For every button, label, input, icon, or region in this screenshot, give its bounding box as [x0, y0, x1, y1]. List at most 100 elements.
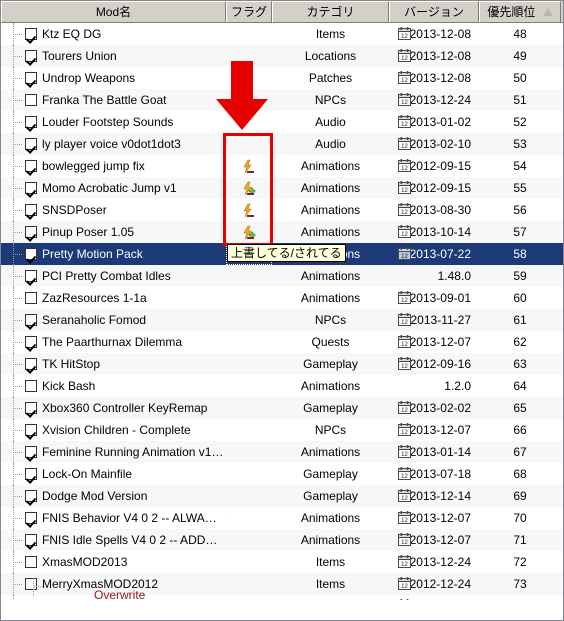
mod-table-body[interactable]: Ktz EQ DG Items 12 2013-12-08 48 Tourers Unio… [1, 23, 563, 600]
lightning-bolt-icon[interactable] [241, 225, 257, 241]
checkbox-checked-icon[interactable] [25, 50, 37, 62]
checkbox-checked-icon[interactable] [25, 28, 37, 40]
cell-mod-name[interactable]: Xvision Children - Complete [1, 419, 226, 441]
cell-mod-name[interactable]: Franka The Battle Goat [1, 89, 226, 111]
cell-mod-name[interactable]: Tourers Union [1, 45, 226, 67]
cell-mod-name[interactable]: ly player voice v0dot1dot3 [1, 133, 226, 155]
cell-mod-name[interactable]: TK HitStop [1, 353, 226, 375]
cell-flag[interactable] [226, 397, 272, 419]
cell-flag[interactable] [226, 287, 272, 309]
cell-mod-name[interactable]: Pretty Motion Pack [1, 243, 226, 265]
table-row[interactable]: The Paarthurnax Dilemma Quests 12 2013-12-0… [1, 331, 563, 353]
checkbox-checked-icon[interactable] [25, 204, 37, 216]
checkbox-unchecked-icon[interactable] [25, 94, 37, 106]
checkbox-checked-icon[interactable] [25, 402, 37, 414]
checkbox-checked-icon[interactable] [25, 534, 37, 546]
table-row[interactable]: Xvision Children - Complete NPCs 12 2013-12… [1, 419, 563, 441]
lightning-bolt-icon[interactable] [241, 181, 257, 197]
overwrite-label[interactable]: Overwrite [94, 588, 145, 602]
cell-flag[interactable] [226, 309, 272, 331]
table-row[interactable]: Xbox360 Controller KeyRemap Gameplay 12 201… [1, 397, 563, 419]
cell-flag[interactable] [226, 595, 272, 600]
table-row[interactable]: Lock-On Mainfile Gameplay 12 2013-07-18 68 [1, 463, 563, 485]
checkbox-unchecked-icon[interactable] [25, 292, 37, 304]
cell-mod-name[interactable]: Seranaholic Fomod [1, 309, 226, 331]
checkbox-checked-icon[interactable] [25, 226, 37, 238]
checkbox-checked-icon[interactable] [25, 160, 37, 172]
table-row[interactable]: Tourers Union Locations 12 2013-12-08 49 [1, 45, 563, 67]
table-row[interactable]: Feminine Running Animation v1… Animations… [1, 441, 563, 463]
cell-flag[interactable] [226, 507, 272, 529]
cell-mod-name[interactable]: bowlegged jump fix [1, 155, 226, 177]
table-row[interactable]: ly player voice v0dot1dot3 Audio 12 2013-02… [1, 133, 563, 155]
cell-mod-name[interactable]: Louder Footstep Sounds [1, 111, 226, 133]
cell-mod-name[interactable]: PCI Pretty Combat Idles [1, 265, 226, 287]
table-row[interactable]: Momo Acrobatic Jump v1 Animations 12 2012-0… [1, 177, 563, 199]
cell-flag[interactable] [226, 375, 272, 397]
table-row[interactable]: PCI Pretty Combat Idles Animations 1.48.0 5… [1, 265, 563, 287]
cell-flag[interactable] [226, 111, 272, 133]
cell-mod-name[interactable]: FNIS Idle Spells V4 0 2 -- ADD… [1, 529, 226, 551]
column-header-version[interactable]: バージョン [389, 1, 479, 23]
table-row[interactable]: FNIS Behavior V4 0 2 -- ALWA… Animations 1… [1, 507, 563, 529]
cell-flag[interactable] [226, 199, 272, 221]
table-row[interactable]: MerryXmasMOD2012 Items 12 2012-12-24 73 [1, 573, 563, 595]
cell-flag[interactable] [226, 485, 272, 507]
checkbox-checked-icon[interactable] [25, 446, 37, 458]
cell-mod-name[interactable]: Undrop Weapons [1, 67, 226, 89]
checkbox-checked-icon[interactable] [25, 116, 37, 128]
checkbox-checked-icon[interactable] [25, 358, 37, 370]
table-row[interactable]: JPSchool01122013-04-0874 [1, 595, 563, 600]
cell-mod-name[interactable]: Pinup Poser 1.05 [1, 221, 226, 243]
cell-mod-name[interactable]: The Paarthurnax Dilemma [1, 331, 226, 353]
cell-mod-name[interactable]: Ktz EQ DG [1, 23, 226, 45]
table-row[interactable]: FNIS Idle Spells V4 0 2 -- ADD… Animation… [1, 529, 563, 551]
cell-flag[interactable] [226, 133, 272, 155]
checkbox-unchecked-icon[interactable] [25, 578, 37, 590]
table-row[interactable]: Seranaholic Fomod NPCs 12 2013-11-27 61 [1, 309, 563, 331]
cell-flag[interactable] [226, 551, 272, 573]
checkbox-checked-icon[interactable] [25, 314, 37, 326]
table-row[interactable]: Undrop Weapons Patches 12 2013-12-08 50 [1, 67, 563, 89]
cell-flag[interactable] [226, 265, 272, 287]
cell-flag[interactable] [226, 331, 272, 353]
cell-mod-name[interactable]: Dodge Mod Version [1, 485, 226, 507]
cell-mod-name[interactable]: Kick Bash [1, 375, 226, 397]
checkbox-unchecked-icon[interactable] [25, 556, 37, 568]
checkbox-checked-icon[interactable] [25, 138, 37, 150]
cell-flag[interactable] [226, 419, 272, 441]
cell-mod-name[interactable]: ZazResources 1-1a [1, 287, 226, 309]
cell-flag[interactable] [226, 67, 272, 89]
cell-flag[interactable] [226, 529, 272, 551]
table-row[interactable]: XmasMOD2013 Items 12 2013-12-24 72 [1, 551, 563, 573]
table-row[interactable]: bowlegged jump fix Animations 12 2012-09-15… [1, 155, 563, 177]
checkbox-checked-icon[interactable] [25, 248, 37, 260]
table-row[interactable]: SNSDPoser Animations 12 2013-08-30 56 [1, 199, 563, 221]
column-header-flag[interactable]: フラグ [226, 1, 272, 23]
column-header-mod-name[interactable]: Mod名 [1, 1, 226, 23]
column-header-priority[interactable]: 優先順位 [479, 1, 561, 23]
checkbox-checked-icon[interactable] [25, 512, 37, 524]
checkbox-unchecked-icon[interactable] [25, 380, 37, 392]
cell-flag[interactable] [226, 463, 272, 485]
checkbox-checked-icon[interactable] [25, 468, 37, 480]
cell-mod-name[interactable]: SNSDPoser [1, 199, 226, 221]
cell-mod-name[interactable]: Lock-On Mainfile [1, 463, 226, 485]
table-row[interactable]: Kick Bash Animations 1.2.0 64 [1, 375, 563, 397]
cell-mod-name[interactable]: FNIS Behavior V4 0 2 -- ALWA… [1, 507, 226, 529]
cell-mod-name[interactable]: XmasMOD2013 [1, 551, 226, 573]
cell-mod-name[interactable]: Momo Acrobatic Jump v1 [1, 177, 226, 199]
checkbox-checked-icon[interactable] [25, 336, 37, 348]
checkbox-checked-icon[interactable] [25, 424, 37, 436]
cell-flag[interactable] [226, 89, 272, 111]
lightning-bolt-icon[interactable] [241, 203, 257, 219]
checkbox-checked-icon[interactable] [25, 270, 37, 282]
table-row[interactable]: Ktz EQ DG Items 12 2013-12-08 48 [1, 23, 563, 45]
table-row[interactable]: Dodge Mod Version Gameplay 12 2013-12-14 69 [1, 485, 563, 507]
cell-flag[interactable] [226, 573, 272, 595]
checkbox-checked-icon[interactable] [25, 72, 37, 84]
cell-flag[interactable] [226, 353, 272, 375]
cell-flag[interactable] [226, 177, 272, 199]
cell-flag[interactable] [226, 155, 272, 177]
table-row[interactable]: TK HitStop Gameplay 12 2012-09-16 63 [1, 353, 563, 375]
